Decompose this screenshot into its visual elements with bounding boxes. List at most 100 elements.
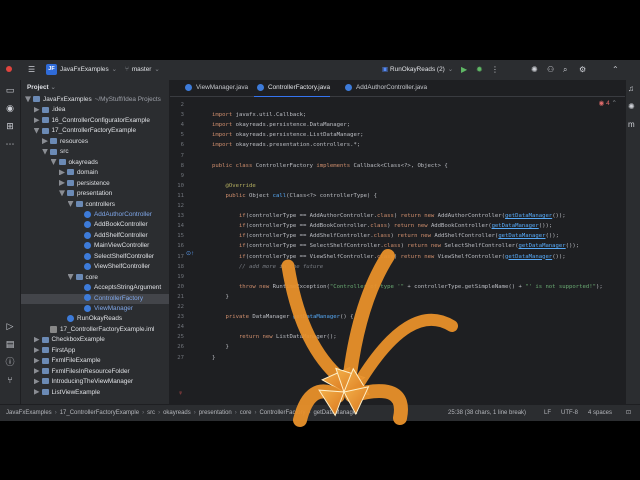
chevron-right-icon[interactable] xyxy=(33,336,40,343)
breadcrumb-item[interactable]: getDataManager xyxy=(313,410,358,416)
intention-bulb-icon[interactable]: ♀ xyxy=(178,390,183,397)
maven-icon[interactable]: m xyxy=(628,120,635,129)
tab-addauthorcontroller[interactable]: AddAuthorController.java xyxy=(342,80,427,96)
code-line[interactable]: if(controllerType == AddBookController.c… xyxy=(212,221,552,231)
breadcrumb-item[interactable]: presentation xyxy=(199,410,232,416)
indent-setting[interactable]: 4 spaces xyxy=(588,405,612,421)
tree-item[interactable]: FxmlFilesInResourceFolder xyxy=(21,367,169,377)
tree-item[interactable]: FxmlFileExample xyxy=(21,356,169,366)
code-line[interactable]: public class ControllerFactory implement… xyxy=(212,161,448,171)
terminal-icon[interactable]: ▤ xyxy=(4,338,16,350)
main-menu-icon[interactable]: ☰ xyxy=(28,60,35,80)
chevron-right-icon[interactable] xyxy=(42,138,48,145)
more-tools-icon[interactable]: ⋯ xyxy=(4,138,16,150)
tree-item[interactable]: JavaFxExamples ~/MyStuff/Idea Projects xyxy=(21,95,169,105)
code-line[interactable]: import okayreads.presentation.controller… xyxy=(212,140,360,150)
tree-item[interactable]: persistence xyxy=(21,179,169,189)
run-tool-icon[interactable]: ▷ xyxy=(4,320,16,332)
more-actions-icon[interactable]: ⋮ xyxy=(491,60,499,80)
breadcrumb-item[interactable]: ControllerFactory xyxy=(259,410,305,416)
code-line[interactable]: public Object call(Class<?> controllerTy… xyxy=(212,191,377,201)
chevron-right-icon[interactable] xyxy=(33,117,40,124)
code-line[interactable]: } xyxy=(212,353,215,363)
chevron-down-icon[interactable] xyxy=(42,148,48,155)
chevron-down-icon[interactable] xyxy=(67,200,74,207)
tree-item[interactable]: AddAuthorController xyxy=(21,210,169,220)
tree-item[interactable]: ViewManager xyxy=(21,304,169,314)
breadcrumb-item[interactable]: src xyxy=(147,410,155,416)
chevron-right-icon[interactable] xyxy=(33,347,40,354)
code-line[interactable]: @Override xyxy=(212,181,255,191)
problems-icon[interactable]: ⓘ xyxy=(4,356,16,368)
tree-item[interactable]: ControllerFactory xyxy=(21,293,169,304)
folder-icon[interactable]: ▭ xyxy=(4,84,16,96)
chevron-down-icon[interactable] xyxy=(59,190,65,197)
debug-icon[interactable]: ✹ xyxy=(476,60,483,80)
commit-icon[interactable]: ◉ xyxy=(4,102,16,114)
breadcrumb-item[interactable]: JavaFxExamples xyxy=(6,410,52,416)
project-selector[interactable]: JF JavaFxExamples ⌄ xyxy=(46,60,117,80)
project-pane-title[interactable]: Project ⌄ xyxy=(27,83,56,93)
line-separator[interactable]: LF xyxy=(544,405,551,421)
tree-item[interactable]: domain xyxy=(21,168,169,178)
breadcrumb-item[interactable]: core xyxy=(240,410,252,416)
ai-assistant-icon[interactable]: ✺ xyxy=(531,60,538,80)
code-line[interactable]: import okayreads.persistence.DataManager… xyxy=(212,120,350,130)
tree-item[interactable]: AcceptsStringArgument xyxy=(21,283,169,293)
ai-chat-icon[interactable]: ✺ xyxy=(628,102,635,111)
tree-item[interactable]: presentation xyxy=(21,189,169,199)
lock-icon[interactable]: ⊡ xyxy=(626,405,631,421)
structure-icon[interactable]: ⊞ xyxy=(4,120,16,132)
code-line[interactable]: import okayreads.persistence.ListDataMan… xyxy=(212,130,364,140)
tree-item[interactable]: core xyxy=(21,273,169,283)
tree-item[interactable]: AddShelfController xyxy=(21,231,169,241)
tree-item[interactable]: resources xyxy=(21,137,169,147)
code-line[interactable]: if(controllerType == SelectShelfControll… xyxy=(212,241,579,251)
tree-item[interactable]: 17_ControllerFactoryExample xyxy=(21,126,169,136)
tree-item[interactable]: ViewShelfController xyxy=(21,262,169,272)
error-indicator[interactable]: ◉ 4 ⌃ xyxy=(599,99,617,107)
tree-item[interactable]: 16_ControllerConfiguratorExample xyxy=(21,116,169,126)
tree-item[interactable]: SelectShelfController xyxy=(21,252,169,262)
chevron-down-icon[interactable] xyxy=(25,96,31,103)
tree-item[interactable]: okayreads xyxy=(21,158,169,168)
breadcrumb-item[interactable]: 17_ControllerFactoryExample xyxy=(60,410,139,416)
tree-item[interactable]: ListViewExample xyxy=(21,388,169,398)
tree-item[interactable]: CheckboxExample xyxy=(21,335,169,345)
chevron-down-icon[interactable] xyxy=(33,127,40,134)
code-line[interactable]: } xyxy=(212,342,228,352)
code-line[interactable]: throw new RuntimeException("Controller o… xyxy=(212,282,603,292)
tree-item[interactable]: controllers xyxy=(21,200,169,210)
chevron-right-icon[interactable] xyxy=(33,106,40,113)
add-user-icon[interactable]: ⚇ xyxy=(547,60,554,80)
chevron-right-icon[interactable] xyxy=(59,169,65,176)
tree-item[interactable]: 17_ControllerFactoryExample.iml xyxy=(21,325,169,335)
gear-icon[interactable]: ⚙ xyxy=(579,60,586,80)
tab-controllerfactory[interactable]: ControllerFactory.java xyxy=(254,80,331,98)
chevron-down-icon[interactable] xyxy=(50,159,57,165)
code-editor[interactable]: import javafx.util.Callback; import okayr… xyxy=(208,97,625,404)
tree-item[interactable]: src xyxy=(21,147,169,157)
run-icon[interactable]: ▶ xyxy=(461,60,467,80)
code-line[interactable]: if(controllerType == ViewShelfController… xyxy=(212,252,566,262)
tree-item[interactable]: IntroducingTheViewManager xyxy=(21,377,169,387)
tab-viewmanager[interactable]: ViewManager.java xyxy=(182,80,248,96)
notifications-icon[interactable]: ♫ xyxy=(628,84,634,93)
branch-selector[interactable]: ⑂ master ⌄ xyxy=(125,60,160,80)
chevron-down-icon[interactable] xyxy=(67,273,74,280)
tree-item[interactable]: MainViewController xyxy=(21,241,169,251)
collapse-icon[interactable]: ⌃ xyxy=(612,60,619,80)
chevron-right-icon[interactable] xyxy=(33,368,40,374)
tree-item[interactable]: RunOkayReads xyxy=(21,314,169,324)
chevron-right-icon[interactable] xyxy=(33,378,40,385)
code-line[interactable]: // add more in the future xyxy=(212,262,323,272)
close-window-icon[interactable] xyxy=(6,66,12,73)
tree-item[interactable]: .idea xyxy=(21,105,169,115)
code-line[interactable]: import javafx.util.Callback; xyxy=(212,110,306,120)
breadcrumb-item[interactable]: okayreads xyxy=(163,410,191,416)
code-line[interactable]: if(controllerType == AddShelfController.… xyxy=(212,231,559,241)
chevron-right-icon[interactable] xyxy=(33,388,40,395)
tree-item[interactable]: FirstApp xyxy=(21,346,169,356)
caret-position[interactable]: 25:38 (38 chars, 1 line break) xyxy=(448,405,526,421)
tree-item[interactable]: AddBookController xyxy=(21,220,169,230)
